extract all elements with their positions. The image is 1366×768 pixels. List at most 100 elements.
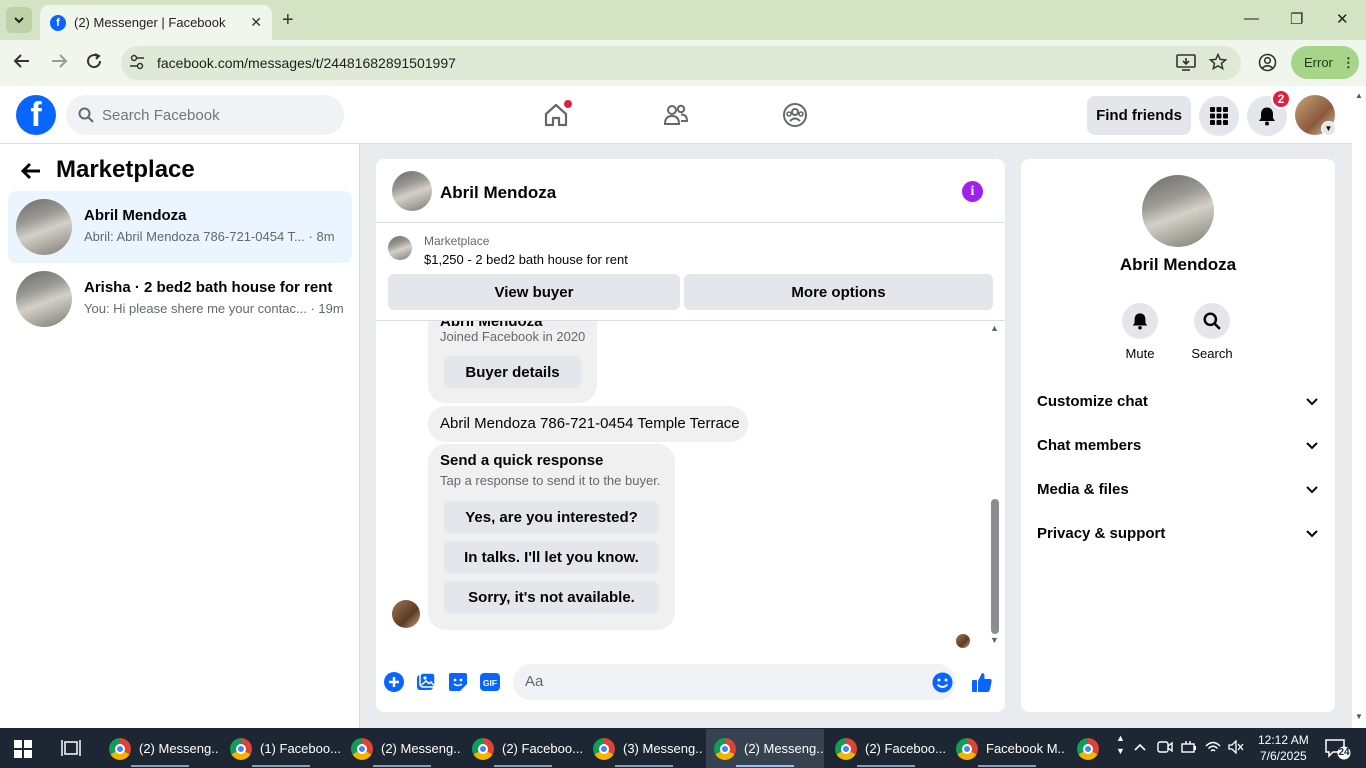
chrome-icon bbox=[351, 737, 373, 760]
new-tab-button[interactable]: + bbox=[282, 9, 294, 32]
taskbar-chrome-window[interactable]: (3) Messeng... bbox=[585, 729, 703, 768]
view-buyer-button[interactable]: View buyer bbox=[388, 274, 680, 310]
meet-now-icon[interactable] bbox=[1157, 740, 1173, 757]
chrome-icon bbox=[1077, 737, 1099, 760]
facebook-search-box[interactable] bbox=[66, 95, 344, 135]
info-contact-name: Abril Mendoza bbox=[1119, 255, 1237, 274]
task-view-icon[interactable] bbox=[61, 739, 81, 762]
error-menu-button[interactable]: Error ⋮ bbox=[1291, 46, 1359, 79]
taskbar-item-label: Facebook M... bbox=[986, 741, 1066, 756]
close-tab-icon[interactable]: ✕ bbox=[250, 14, 262, 31]
conversation-snippet: Abril: Abril Mendoza 786-721-0454 T... ·… bbox=[84, 229, 335, 244]
quick-response-button[interactable]: Sorry, it's not available. bbox=[444, 581, 659, 613]
profile-icon[interactable] bbox=[1258, 53, 1277, 72]
conversation-name: Abril Mendoza bbox=[84, 207, 187, 224]
gif-icon[interactable]: GIF bbox=[479, 671, 501, 693]
message-input[interactable] bbox=[525, 673, 905, 690]
system-clock[interactable]: 12:12 AM 7/6/2025 bbox=[1258, 732, 1309, 764]
back-icon[interactable] bbox=[13, 52, 31, 75]
facebook-logo-icon[interactable]: f bbox=[16, 95, 56, 135]
buyer-details-button[interactable]: Buyer details bbox=[444, 356, 581, 388]
minimize-icon[interactable]: — bbox=[1244, 10, 1259, 27]
thumbs-up-icon[interactable] bbox=[971, 671, 993, 693]
facebook-search-input[interactable] bbox=[102, 106, 332, 124]
sticker-icon[interactable] bbox=[447, 671, 469, 693]
contact-name[interactable]: Abril Mendoza bbox=[440, 183, 556, 203]
chrome-icon bbox=[109, 737, 131, 760]
url-text[interactable]: facebook.com/messages/t/2448168289150199… bbox=[157, 55, 456, 71]
chat-scrollbar-thumb[interactable] bbox=[991, 499, 999, 634]
quick-response-button[interactable]: In talks. I'll let you know. bbox=[444, 541, 659, 573]
browser-tab[interactable]: f (2) Messenger | Facebook ✕ bbox=[40, 5, 272, 40]
scroll-up-icon[interactable]: ▲ bbox=[1355, 91, 1363, 100]
groups-nav-icon[interactable] bbox=[779, 99, 811, 131]
mute-action[interactable]: Mute bbox=[1110, 303, 1170, 361]
listing-title[interactable]: $1,250 - 2 bed2 bath house for rent bbox=[424, 252, 628, 267]
scroll-down-icon[interactable]: ▼ bbox=[1355, 712, 1363, 721]
tab-search-button[interactable] bbox=[6, 7, 32, 33]
listing-thumbnail bbox=[388, 236, 412, 260]
friends-nav-icon[interactable] bbox=[660, 99, 692, 131]
chrome-icon bbox=[835, 737, 857, 760]
message-list: Abril Mendoza Joined Facebook in 2020 Bu… bbox=[376, 321, 1005, 651]
contact-avatar[interactable] bbox=[392, 171, 432, 211]
taskbar-chrome-window[interactable]: (2) Messeng... bbox=[343, 729, 461, 768]
close-window-icon[interactable]: ✕ bbox=[1336, 10, 1349, 28]
info-icon[interactable]: i bbox=[962, 181, 983, 202]
add-attachment-icon[interactable] bbox=[383, 671, 405, 693]
back-arrow-icon[interactable] bbox=[20, 160, 42, 188]
wifi-icon[interactable] bbox=[1205, 740, 1221, 757]
media-files-section[interactable]: Media & files bbox=[1029, 469, 1327, 509]
emoji-icon[interactable] bbox=[931, 671, 953, 693]
notification-center-button[interactable]: 24 bbox=[1325, 738, 1351, 765]
conversation-item[interactable]: Abril Mendoza Abril: Abril Mendoza 786-7… bbox=[8, 191, 352, 263]
message-composer[interactable] bbox=[513, 664, 956, 700]
forward-icon[interactable] bbox=[50, 52, 68, 75]
customize-chat-section[interactable]: Customize chat bbox=[1029, 381, 1327, 421]
bookmark-star-icon[interactable] bbox=[1209, 53, 1227, 71]
scroll-down-icon[interactable]: ▼ bbox=[990, 635, 999, 645]
chevron-down-icon bbox=[1306, 442, 1318, 450]
find-friends-button[interactable]: Find friends bbox=[1087, 96, 1191, 135]
search-label: Search bbox=[1191, 346, 1233, 361]
taskbar-item-label: (2) Messeng... bbox=[744, 741, 824, 756]
chrome-icon bbox=[230, 737, 252, 760]
taskbar-chrome-window[interactable]: (2) Messeng... bbox=[706, 729, 824, 768]
volume-muted-icon[interactable] bbox=[1228, 739, 1244, 757]
conversation-snippet: You: Hi please shere me your contac... ·… bbox=[84, 301, 344, 316]
conversation-item[interactable]: Arisha · 2 bed2 bath house for rent You:… bbox=[8, 263, 352, 335]
contact-avatar-large[interactable] bbox=[1142, 175, 1214, 247]
quick-response-button[interactable]: Yes, are you interested? bbox=[444, 501, 659, 533]
privacy-support-section[interactable]: Privacy & support bbox=[1029, 513, 1327, 553]
taskbar-scroll-arrows[interactable]: ▲ ▼ bbox=[1116, 732, 1125, 758]
chat-members-section[interactable]: Chat members bbox=[1029, 425, 1327, 465]
scroll-up-icon[interactable]: ▲ bbox=[990, 323, 999, 333]
mute-label: Mute bbox=[1125, 346, 1155, 361]
taskbar-chrome-window[interactable]: (2) Faceboo... bbox=[464, 729, 582, 768]
menu-grid-button[interactable] bbox=[1199, 96, 1239, 136]
maximize-icon[interactable]: ❐ bbox=[1290, 10, 1303, 28]
install-app-icon[interactable] bbox=[1176, 53, 1196, 71]
more-options-button[interactable]: More options bbox=[684, 274, 993, 310]
clock-time: 12:12 AM bbox=[1258, 733, 1309, 747]
reload-icon[interactable] bbox=[85, 52, 103, 75]
quick-response-subtitle: Tap a response to send it to the buyer. bbox=[440, 473, 661, 488]
error-label: Error bbox=[1304, 55, 1333, 70]
taskbar-chrome-window[interactable] bbox=[1069, 729, 1113, 768]
page-scrollbar[interactable]: ▲ ▼ bbox=[1352, 86, 1366, 728]
taskbar-chrome-window[interactable]: (1) Faceboo... bbox=[222, 729, 340, 768]
chrome-icon bbox=[714, 737, 736, 760]
taskbar-chrome-window[interactable]: (2) Faceboo... bbox=[827, 729, 945, 768]
account-caret-icon[interactable]: ▼ bbox=[1321, 121, 1336, 136]
chevron-down-icon bbox=[14, 17, 24, 24]
site-settings-icon[interactable] bbox=[130, 54, 144, 70]
windows-start-icon[interactable] bbox=[14, 740, 32, 758]
taskbar-chrome-window[interactable]: Facebook M... bbox=[948, 729, 1066, 768]
show-hidden-icons-icon[interactable] bbox=[1134, 740, 1146, 755]
chat-panel: Abril Mendoza i Marketplace $1,250 - 2 b… bbox=[376, 159, 1005, 712]
search-action[interactable]: Search bbox=[1182, 303, 1242, 361]
quick-response-title: Send a quick response bbox=[440, 452, 604, 469]
taskbar-chrome-window[interactable]: (2) Messeng... bbox=[101, 729, 219, 768]
photo-icon[interactable] bbox=[415, 671, 437, 693]
marketplace-title: Marketplace bbox=[56, 156, 195, 183]
